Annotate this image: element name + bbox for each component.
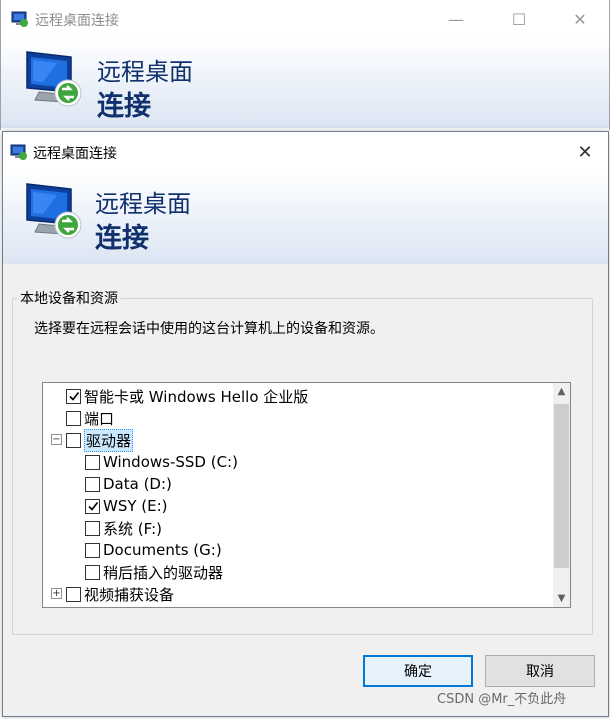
tree-item[interactable]: 稍后插入的驱动器 xyxy=(85,561,223,583)
tree-item-label: WSY (E:) xyxy=(103,497,168,515)
group-title: 本地设备和资源 xyxy=(17,288,121,308)
background-window-title: 远程桌面连接 xyxy=(35,13,119,29)
tree-item[interactable]: Data (D:) xyxy=(85,473,172,495)
checkbox-checked[interactable] xyxy=(66,388,81,404)
tree-item[interactable]: 系统 (F:) xyxy=(85,517,162,539)
scroll-thumb[interactable] xyxy=(554,404,569,568)
checkbox-unchecked[interactable] xyxy=(85,454,100,470)
tree-item-label: 稍后插入的驱动器 xyxy=(103,563,224,582)
tree-item-label: 系统 (F:) xyxy=(103,519,162,538)
collapse-icon[interactable]: − xyxy=(51,434,62,445)
background-banner-title: 远程桌面 xyxy=(97,58,193,86)
expand-icon[interactable]: + xyxy=(51,588,62,599)
maximize-button[interactable]: ☐ xyxy=(496,0,542,38)
checkbox-unchecked[interactable] xyxy=(85,476,100,492)
checkbox-unchecked[interactable] xyxy=(66,432,81,448)
monitor-connect-icon xyxy=(26,51,82,107)
background-close-button[interactable]: ✕ xyxy=(557,0,603,38)
tree-item[interactable]: 智能卡或 Windows Hello 企业版 xyxy=(66,385,308,407)
background-banner-subtitle: 连接 xyxy=(97,91,151,122)
device-tree[interactable]: 智能卡或 Windows Hello 企业版 端口 − 驱动器 Windows-SSD … xyxy=(42,382,571,608)
tree-item-label: Windows-SSD (C:) xyxy=(103,453,238,471)
tree-item-label: 视频捕获设备 xyxy=(84,585,175,604)
checkbox-unchecked[interactable] xyxy=(85,564,100,580)
scroll-up-icon[interactable]: ▲ xyxy=(553,383,570,400)
tree-item[interactable]: + 视频捕获设备 xyxy=(51,583,175,605)
dialog-close-button[interactable]: ✕ xyxy=(562,132,608,172)
scroll-down-icon[interactable]: ▼ xyxy=(553,590,570,607)
dialog-titlebar[interactable]: 远程桌面连接 ✕ xyxy=(3,132,608,172)
tree-scrollbar[interactable]: ▲ ▼ xyxy=(553,383,570,607)
checkbox-checked[interactable] xyxy=(85,498,100,514)
tree-item[interactable]: Windows-SSD (C:) xyxy=(85,451,238,473)
tree-item-label: Documents (G:) xyxy=(103,541,222,559)
dialog-banner-title: 远程桌面 xyxy=(95,190,191,218)
background-titlebar[interactable]: 远程桌面连接 — ☐ ✕ xyxy=(1,0,609,38)
tree-item-label: Data (D:) xyxy=(103,475,172,493)
dialog-title: 远程桌面连接 xyxy=(33,146,117,162)
checkbox-unchecked[interactable] xyxy=(66,586,81,602)
minimize-button[interactable]: — xyxy=(433,0,479,38)
tree-item[interactable]: WSY (E:) xyxy=(85,495,168,517)
tree-item-label: 驱动器 xyxy=(84,428,134,452)
tree-item-label: 智能卡或 Windows Hello 企业版 xyxy=(84,387,309,406)
checkbox-unchecked[interactable] xyxy=(66,410,81,426)
cancel-button[interactable]: 取消 xyxy=(485,655,595,687)
background-banner: 远程桌面 连接 xyxy=(1,38,609,128)
tree-item-label: 端口 xyxy=(84,409,115,428)
checkbox-unchecked[interactable] xyxy=(85,520,100,536)
remote-desktop-icon xyxy=(10,144,27,160)
monitor-connect-icon xyxy=(26,183,82,239)
checkbox-unchecked[interactable] xyxy=(85,542,100,558)
dialog-banner-subtitle: 连接 xyxy=(95,223,149,254)
tree-item[interactable]: Documents (G:) xyxy=(85,539,222,561)
remote-desktop-icon xyxy=(11,11,28,27)
background-window: 远程桌面连接 — ☐ ✕ 远程桌面 连接 xyxy=(0,0,610,130)
dialog-banner: 远程桌面 连接 xyxy=(3,172,608,264)
ok-button[interactable]: 确定 xyxy=(363,655,473,687)
tree-item[interactable]: − 驱动器 xyxy=(51,428,134,452)
remote-desktop-dialog: 远程桌面连接 ✕ 远程桌面 连接 本地设备和资源 选择要在远程会话中使用的这台计… xyxy=(2,131,609,717)
watermark: CSDN @Mr_不负此舟 xyxy=(437,692,567,707)
tree-item[interactable]: 端口 xyxy=(66,407,114,429)
group-description: 选择要在远程会话中使用的这台计算机上的设备和资源。 xyxy=(34,321,384,337)
